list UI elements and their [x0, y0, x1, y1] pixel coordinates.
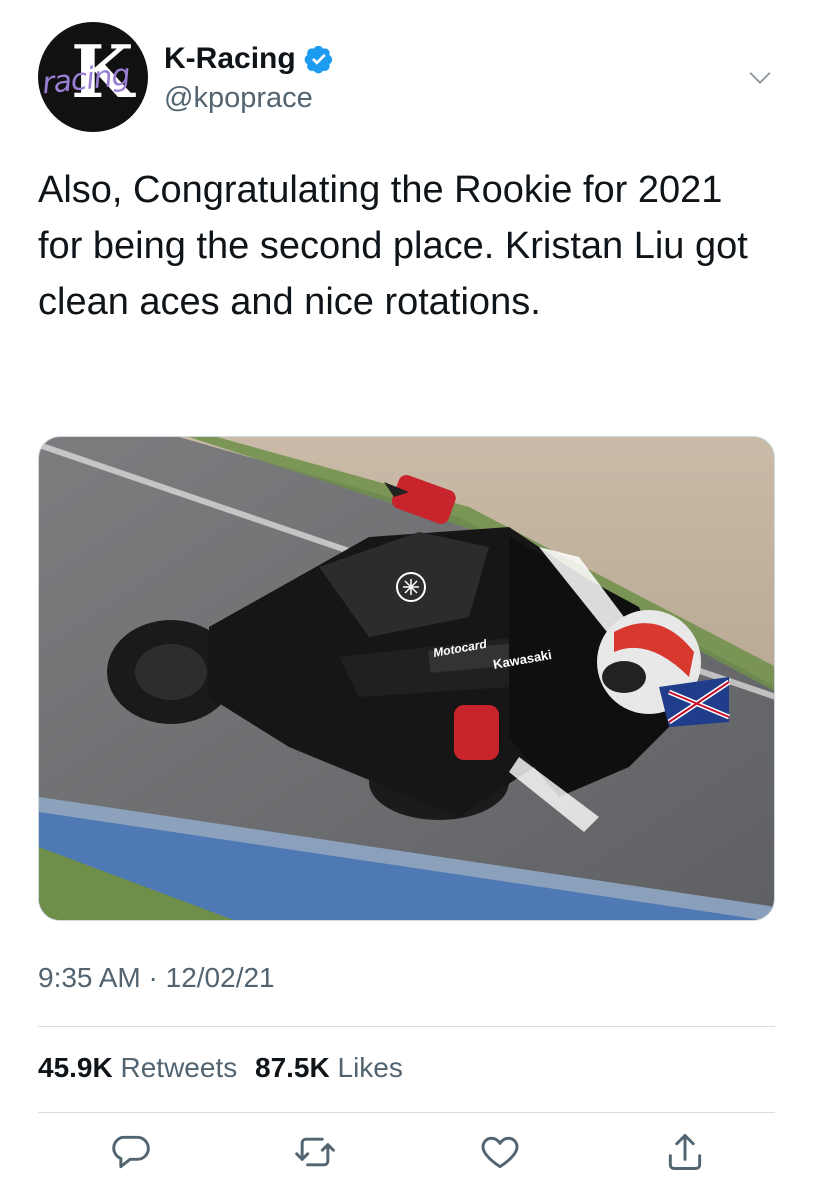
heart-icon: [481, 1136, 519, 1169]
avatar[interactable]: K racing: [38, 22, 148, 132]
reply-button[interactable]: [108, 1130, 152, 1174]
like-button[interactable]: [478, 1130, 522, 1174]
share-button[interactable]: [663, 1130, 707, 1174]
retweets-count: 45.9K: [38, 1052, 113, 1083]
divider: [38, 1026, 775, 1027]
tweet-text: Also, Congratulating the Rookie for 2021…: [38, 169, 748, 323]
tweet-stats: 45.9K Retweets 87.5K Likes: [38, 1052, 413, 1084]
tweet-actions: [38, 1130, 775, 1186]
tweet-time: 9:35 AM: [38, 962, 141, 993]
motorcycle-racer-image: Kawasaki Motocard: [39, 437, 774, 920]
handle[interactable]: @kpoprace: [164, 82, 334, 115]
separator-dot: ·: [148, 962, 166, 993]
author-names: K-Racing @kpoprace: [164, 40, 334, 115]
verified-badge-icon: [304, 45, 332, 74]
likes-stat[interactable]: 87.5K Likes: [255, 1052, 413, 1083]
divider: [38, 1112, 775, 1113]
retweets-label: Retweets: [120, 1052, 238, 1083]
likes-count: 87.5K: [255, 1052, 330, 1083]
retweet-icon: [295, 1137, 335, 1167]
tweet-date: 12/02/21: [165, 962, 275, 993]
retweets-stat[interactable]: 45.9K Retweets: [38, 1052, 255, 1083]
likes-label: Likes: [337, 1052, 403, 1083]
display-name-row: K-Racing: [164, 40, 334, 78]
reply-icon: [112, 1135, 150, 1169]
chevron-down-icon[interactable]: [746, 64, 774, 92]
tweet-header: K racing K-Racing @kpoprace: [38, 22, 778, 134]
display-name[interactable]: K-Racing: [164, 42, 296, 76]
retweet-button[interactable]: [293, 1130, 337, 1174]
tweet-photo[interactable]: Kawasaki Motocard: [38, 436, 775, 921]
tweet-timestamp[interactable]: 9:35 AM · 12/02/21: [38, 962, 275, 994]
share-icon: [668, 1134, 702, 1170]
